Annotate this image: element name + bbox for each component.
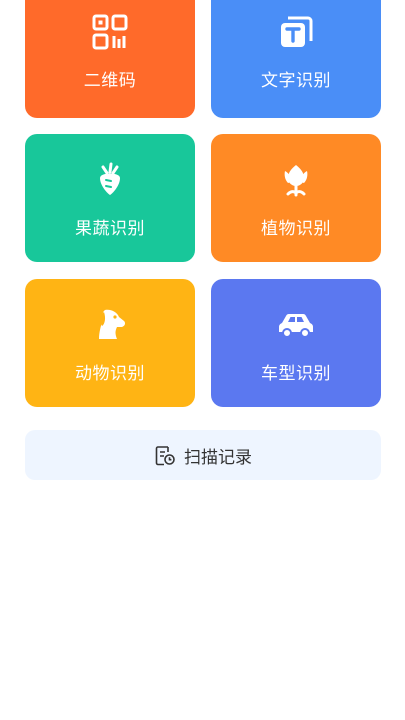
dog-icon xyxy=(90,305,130,345)
tile-car-recognition[interactable]: 车型识别 xyxy=(211,279,381,407)
tile-text-recognition[interactable]: 文字识别 xyxy=(211,0,381,118)
scan-history-button[interactable]: 扫描记录 xyxy=(25,430,381,480)
history-doc-icon xyxy=(154,444,176,466)
tile-qr-code[interactable]: 二维码 xyxy=(25,0,195,118)
tile-label: 植物识别 xyxy=(261,219,331,239)
tulip-icon xyxy=(276,160,316,200)
scan-history-label: 扫描记录 xyxy=(184,447,252,468)
tile-label: 文字识别 xyxy=(261,71,331,91)
qr-code-icon xyxy=(90,12,130,52)
tile-label: 二维码 xyxy=(83,71,137,91)
car-icon xyxy=(276,305,316,345)
tile-plant-recognition[interactable]: 植物识别 xyxy=(211,134,381,262)
tile-animal-recognition[interactable]: 动物识别 xyxy=(25,279,195,407)
tile-label: 动物识别 xyxy=(75,364,145,384)
tile-label: 果蔬识别 xyxy=(75,219,145,239)
text-t-icon xyxy=(276,12,316,52)
carrot-icon xyxy=(90,160,130,200)
tile-produce-recognition[interactable]: 果蔬识别 xyxy=(25,134,195,262)
tile-label: 车型识别 xyxy=(261,364,331,384)
